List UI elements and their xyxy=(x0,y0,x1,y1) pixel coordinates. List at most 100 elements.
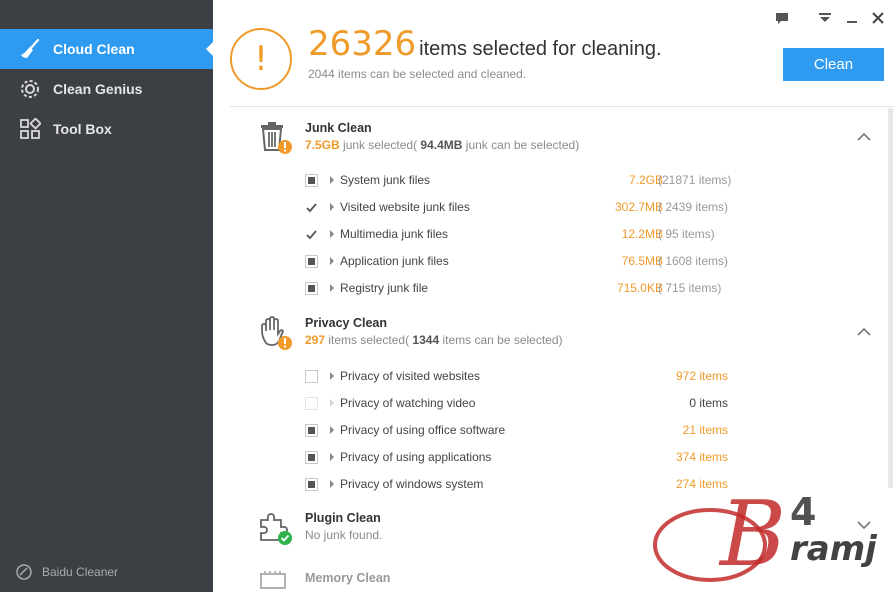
row-items: 0 items xyxy=(689,396,728,410)
brand-name: Baidu Cleaner xyxy=(42,565,119,579)
row-count: ( 715 items) xyxy=(658,281,722,295)
hand-icon xyxy=(258,315,294,351)
row-size: 12.2MB xyxy=(621,227,663,241)
close-icon[interactable] xyxy=(869,10,887,26)
row-size: 7.2GB xyxy=(628,173,663,187)
junk-selected-size: 7.5GB xyxy=(305,138,340,152)
header-title: 26326 items selected for cleaning. xyxy=(308,24,662,64)
checkbox[interactable] xyxy=(305,228,318,241)
row-items: 374 items xyxy=(675,450,728,464)
section-sub-junk: 7.5GB junk selected( 94.4MB junk can be … xyxy=(305,138,579,152)
privacy-can-count: 1344 xyxy=(412,333,440,347)
chevron-up-icon[interactable] xyxy=(857,326,871,336)
row-label: Privacy of watching video xyxy=(340,396,476,410)
section-title-memory: Memory Clean xyxy=(305,571,391,585)
clean-button[interactable]: Clean xyxy=(783,48,884,81)
section-title-junk: Junk Clean xyxy=(305,121,372,135)
row-label: Privacy of using office software xyxy=(340,423,506,437)
checkbox[interactable] xyxy=(305,173,318,187)
sidebar-item-tool-box[interactable]: Tool Box xyxy=(0,109,213,149)
row-label: Registry junk file xyxy=(340,281,429,295)
checkbox[interactable] xyxy=(305,477,318,491)
junk-row[interactable]: Application junk files 76.5MB( 1608 items… xyxy=(305,251,735,271)
expand-arrow-icon[interactable] xyxy=(330,399,334,407)
expand-arrow-icon[interactable] xyxy=(330,453,334,461)
checkbox[interactable] xyxy=(305,281,318,295)
expand-arrow-icon[interactable] xyxy=(330,284,334,292)
selected-count: 26326 xyxy=(308,24,417,64)
checkbox[interactable] xyxy=(305,254,318,268)
divider xyxy=(230,106,894,107)
expand-arrow-icon[interactable] xyxy=(330,203,334,211)
svg-text:4: 4 xyxy=(790,490,816,534)
feedback-icon[interactable] xyxy=(773,10,791,26)
row-count: ( 95 items) xyxy=(658,227,715,241)
header-subtitle: 2044 items can be selected and cleaned. xyxy=(308,67,526,81)
baidu-logo-icon xyxy=(16,564,32,580)
brand: Baidu Cleaner xyxy=(16,564,118,580)
checkbox[interactable] xyxy=(305,201,318,214)
expand-arrow-icon[interactable] xyxy=(330,257,334,265)
svg-text:B: B xyxy=(718,482,786,587)
junk-row[interactable]: System junk files 7.2GB (21871 items) xyxy=(305,170,735,190)
expand-arrow-icon[interactable] xyxy=(330,176,334,184)
junk-row[interactable]: Registry junk file 715.0KB( 715 items) xyxy=(305,278,735,298)
sidebar-item-label: Cloud Clean xyxy=(53,41,135,57)
header-title-text: items selected for cleaning. xyxy=(419,38,662,60)
checkbox[interactable] xyxy=(305,423,318,437)
privacy-row[interactable]: Privacy of visited websites 972 items xyxy=(305,366,735,386)
checkbox[interactable] xyxy=(305,369,318,383)
section-title-privacy: Privacy Clean xyxy=(305,316,387,330)
checkbox[interactable] xyxy=(305,396,318,410)
expand-arrow-icon[interactable] xyxy=(330,372,334,380)
privacy-row[interactable]: Privacy of using applications 374 items xyxy=(305,447,735,467)
privacy-selected-count: 297 xyxy=(305,333,326,347)
row-label: System junk files xyxy=(340,173,431,187)
sidebar-item-cloud-clean[interactable]: Cloud Clean xyxy=(0,29,213,69)
warning-icon: ! xyxy=(230,28,292,90)
section-title-plugin: Plugin Clean xyxy=(305,511,381,525)
row-label: Multimedia junk files xyxy=(340,227,449,241)
row-size: 715.0KB xyxy=(616,281,663,295)
puzzle-icon xyxy=(258,510,294,546)
svg-text:ramj: ramj xyxy=(790,529,878,569)
row-size: 302.7MB xyxy=(614,200,663,214)
privacy-sub-text: items selected( xyxy=(328,333,410,347)
grid-icon xyxy=(18,117,42,141)
minimize-icon[interactable] xyxy=(843,10,861,26)
checkbox[interactable] xyxy=(305,450,318,464)
privacy-row[interactable]: Privacy of watching video 0 items xyxy=(305,393,735,413)
row-items: 21 items xyxy=(682,423,728,437)
junk-can-size: 94.4MB xyxy=(420,138,463,152)
chevron-up-icon[interactable] xyxy=(857,131,871,141)
row-label: Application junk files xyxy=(340,254,449,268)
row-size: 76.5MB xyxy=(621,254,663,268)
junk-row[interactable]: Multimedia junk files 12.2MB( 95 items) xyxy=(305,224,735,244)
junk-sub-text: junk selected( xyxy=(343,138,418,152)
row-label: Privacy of visited websites xyxy=(340,369,481,383)
row-count: ( 2439 items) xyxy=(658,200,729,214)
trash-icon xyxy=(258,120,294,156)
section-sub-privacy: 297 items selected( 1344 items can be se… xyxy=(305,333,563,347)
header-subtitle-text: items can be selected and cleaned. xyxy=(338,67,527,81)
row-count: (21871 items) xyxy=(658,173,732,187)
memory-icon xyxy=(258,570,294,592)
broom-icon xyxy=(18,37,42,61)
expand-arrow-icon[interactable] xyxy=(330,230,334,238)
row-count: ( 1608 items) xyxy=(658,254,729,268)
sidebar: Cloud Clean Clean Genius Tool Box Baidu … xyxy=(0,0,213,592)
privacy-sub-tail: items can be selected) xyxy=(442,333,563,347)
privacy-row[interactable]: Privacy of using office software 21 items xyxy=(305,420,735,440)
row-label: Visited website junk files xyxy=(340,200,470,214)
junk-row[interactable]: Visited website junk files 302.7MB( 2439 … xyxy=(305,197,735,217)
row-label: Privacy of using applications xyxy=(340,450,492,464)
expand-arrow-icon[interactable] xyxy=(330,480,334,488)
menu-icon[interactable] xyxy=(816,10,834,26)
sidebar-item-label: Clean Genius xyxy=(53,81,143,97)
expand-arrow-icon[interactable] xyxy=(330,426,334,434)
sidebar-item-clean-genius[interactable]: Clean Genius xyxy=(0,69,213,109)
sidebar-item-label: Tool Box xyxy=(53,121,112,137)
section-sub-plugin: No junk found. xyxy=(305,528,383,542)
row-label: Privacy of windows system xyxy=(340,477,484,491)
scrollbar[interactable] xyxy=(888,108,893,488)
